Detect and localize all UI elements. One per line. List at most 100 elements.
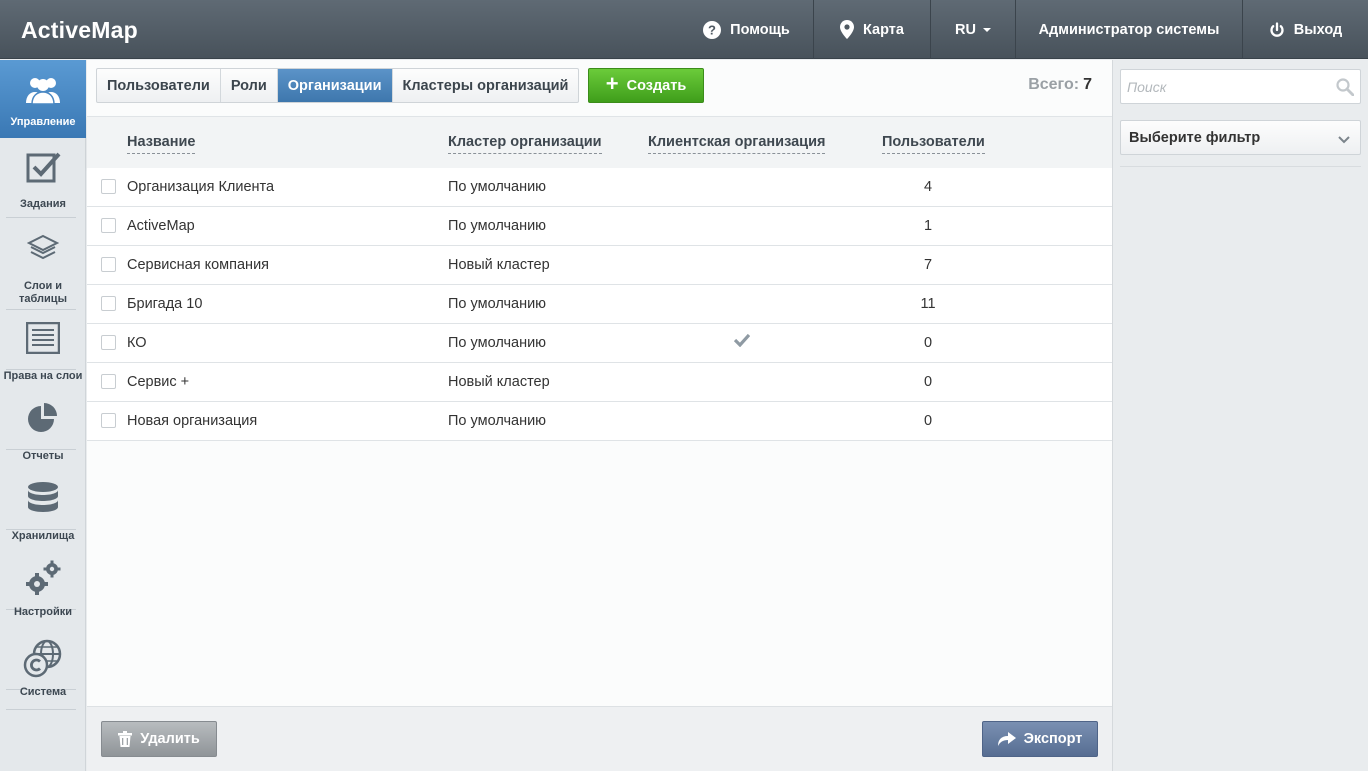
search-icon[interactable] [1336, 78, 1355, 99]
trash-icon [118, 731, 133, 747]
cell-name: Новая организация [127, 413, 258, 429]
row-checkbox[interactable] [101, 296, 116, 311]
sidebar-item-management[interactable]: Управление [0, 60, 86, 138]
row-checkbox[interactable] [101, 257, 116, 272]
svg-text:?: ? [708, 22, 716, 37]
table-body: Организация Клиента По умолчанию 4 Activ… [87, 168, 1112, 441]
cell-users: 0 [923, 374, 933, 390]
cell-cluster: По умолчанию [448, 179, 547, 195]
pie-chart-icon [26, 398, 60, 438]
cell-users: 11 [920, 296, 936, 312]
chevron-down-icon [1338, 132, 1350, 148]
panel-divider [1120, 166, 1361, 167]
sidebar-item-label: Отчеты [22, 450, 64, 462]
create-button[interactable]: + Создать [588, 68, 704, 103]
table-row[interactable]: Бригада 10 По умолчанию 11 [87, 285, 1112, 324]
row-checkbox[interactable] [101, 374, 116, 389]
sidebar-item-label: Права на слои [3, 370, 83, 382]
export-button[interactable]: Экспорт [982, 721, 1098, 757]
column-header-client[interactable]: Клиентская организация [648, 134, 826, 154]
cell-users: 1 [923, 218, 933, 234]
checkbox-icon [25, 148, 61, 188]
database-icon [26, 478, 60, 518]
search-input[interactable] [1121, 70, 1321, 103]
row-checkbox[interactable] [101, 335, 116, 350]
table-row[interactable]: Организация Клиента По умолчанию 4 [87, 168, 1112, 207]
cell-name: Организация Клиента [127, 179, 275, 195]
sidebar-item-tasks[interactable]: Задания [0, 148, 86, 218]
search-box [1120, 69, 1361, 104]
list-icon [26, 318, 60, 358]
row-checkbox[interactable] [101, 179, 116, 194]
sidebar-item-label: Хранилища [11, 530, 75, 542]
top-bar: ActiveMap ? Помощь Карта RU Администрато… [0, 0, 1368, 59]
app-logo[interactable]: ActiveMap [21, 17, 138, 44]
row-checkbox[interactable] [101, 218, 116, 233]
sidebar-item-label: Система [19, 686, 67, 698]
language-label: RU [955, 21, 976, 38]
cell-users: 0 [923, 413, 933, 429]
tab-roles[interactable]: Роли [221, 69, 278, 102]
column-header-cluster[interactable]: Кластер организации [448, 134, 602, 154]
sidebar: Управление Задания Слои и таблицы Права … [0, 60, 86, 771]
cell-cluster: Новый кластер [448, 257, 550, 273]
help-label: Помощь [730, 21, 790, 38]
plus-icon: + [605, 71, 619, 96]
tab-organizations[interactable]: Организации [277, 69, 393, 102]
logout-button[interactable]: Выход [1242, 0, 1368, 59]
cell-cluster: По умолчанию [448, 218, 547, 234]
total-label: Всего: [1028, 76, 1080, 93]
delete-label: Удалить [140, 731, 200, 747]
cell-users: 0 [923, 335, 933, 351]
gears-icon [23, 558, 63, 598]
create-label: Создать [626, 77, 687, 94]
delete-button[interactable]: Удалить [101, 721, 217, 757]
checkmark-icon [733, 333, 751, 351]
cell-users: 4 [923, 179, 933, 195]
sidebar-item-system[interactable]: Система [0, 638, 86, 708]
logout-label: Выход [1293, 21, 1343, 38]
table-row[interactable]: Сервисная компания Новый кластер 7 [87, 246, 1112, 285]
cell-cluster: По умолчанию [448, 413, 547, 429]
layers-icon [27, 228, 59, 268]
filter-panel: Выберите фильтр [1112, 60, 1368, 771]
power-icon [1269, 21, 1285, 38]
cell-name: Бригада 10 [127, 296, 203, 312]
sidebar-item-layers[interactable]: Слои и таблицы [0, 228, 86, 308]
column-header-name[interactable]: Название [127, 134, 196, 154]
total-value: 7 [1083, 76, 1092, 93]
question-circle-icon: ? [703, 20, 722, 39]
share-arrow-icon [997, 732, 1016, 746]
tab-organization-clusters[interactable]: Кластеры организаций [393, 69, 579, 102]
map-label: Карта [863, 21, 904, 38]
cell-cluster: Новый кластер [448, 374, 550, 390]
sidebar-item-reports[interactable]: Отчеты [0, 398, 86, 468]
language-dropdown[interactable]: RU [930, 0, 1015, 59]
globe-copyright-icon [23, 638, 63, 678]
column-header-users[interactable]: Пользователи [882, 134, 985, 154]
table-row[interactable]: Новая организация По умолчанию 0 [87, 402, 1112, 441]
sidebar-divider [6, 709, 76, 710]
sidebar-item-storage[interactable]: Хранилища [0, 478, 86, 548]
table-row[interactable]: Сервис + Новый кластер 0 [87, 363, 1112, 402]
help-button[interactable]: ? Помощь [680, 0, 813, 59]
user-menu[interactable]: Администратор системы [1015, 0, 1242, 59]
sidebar-item-layer-rights[interactable]: Права на слои [0, 318, 86, 388]
export-label: Экспорт [1023, 731, 1083, 747]
cell-name: Сервисная компания [127, 257, 270, 273]
main-content: Пользователи Роли Организации Кластеры о… [87, 60, 1112, 771]
sidebar-item-settings[interactable]: Настройки [0, 558, 86, 628]
sidebar-item-label: Слои и таблицы [19, 280, 67, 305]
filter-label: Выберите фильтр [1129, 129, 1261, 146]
table-row[interactable]: КО По умолчанию 0 [87, 324, 1112, 363]
cell-name: КО [127, 335, 147, 351]
map-button[interactable]: Карта [813, 0, 930, 59]
sidebar-item-label: Управление [10, 116, 76, 128]
cell-cluster: По умолчанию [448, 335, 547, 351]
table-row[interactable]: ActiveMap По умолчанию 1 [87, 207, 1112, 246]
footer-bar: Удалить Экспорт [87, 706, 1112, 771]
tab-users[interactable]: Пользователи [97, 69, 221, 102]
filter-dropdown[interactable]: Выберите фильтр [1120, 120, 1361, 155]
row-checkbox[interactable] [101, 413, 116, 428]
table-header: Название Кластер организации Клиентская … [87, 116, 1112, 168]
